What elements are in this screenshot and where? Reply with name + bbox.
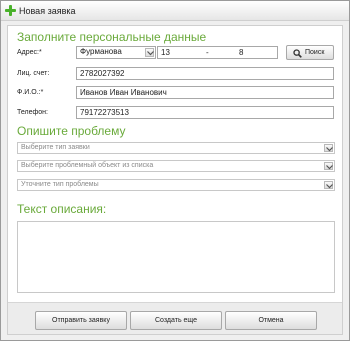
problem-object-placeholder: Выберите проблемный объект из списка <box>21 162 154 169</box>
create-more-button[interactable]: Создать еще <box>130 311 222 330</box>
problem-subtype-select[interactable]: Уточните тип проблемы <box>17 179 335 191</box>
description-textarea[interactable] <box>17 221 335 293</box>
apartment-number: 8 <box>239 48 244 57</box>
account-label: Лиц. счет: <box>17 70 50 77</box>
account-field[interactable]: 2782027392 <box>76 67 334 80</box>
phone-field[interactable]: 79172273513 <box>76 106 334 119</box>
action-bar: Отправить заявку Создать еще Отмена <box>8 302 342 334</box>
plus-icon <box>5 5 16 16</box>
street-select[interactable]: Фурманова <box>76 46 156 59</box>
cancel-button[interactable]: Отмена <box>225 311 317 330</box>
address-label: Адрес:* <box>17 49 42 56</box>
problem-section-title: Опишите проблему <box>17 124 126 138</box>
street-value: Фурманова <box>80 47 122 56</box>
search-button-label: Поиск <box>305 49 325 56</box>
phone-label: Телефон: <box>17 109 48 116</box>
request-type-placeholder: Выберите тип заявки <box>21 144 90 151</box>
description-section-title: Текст описания: <box>17 202 107 216</box>
chevron-down-icon[interactable] <box>145 48 154 57</box>
form-panel: Заполните персональные данные Адрес:* Фу… <box>7 25 343 335</box>
full-name-field[interactable]: Иванов Иван Иванович <box>76 86 334 99</box>
title-bar: Новая заявка <box>1 1 349 21</box>
house-apartment-field[interactable] <box>157 46 278 59</box>
chevron-down-icon[interactable] <box>324 181 333 189</box>
personal-section-title: Заполните персональные данные <box>17 30 207 44</box>
house-separator: - <box>206 48 209 57</box>
request-type-select[interactable]: Выберите тип заявки <box>17 142 335 154</box>
new-request-window: Новая заявка Заполните персональные данн… <box>0 0 350 341</box>
chevron-down-icon[interactable] <box>324 162 333 170</box>
window-title: Новая заявка <box>19 6 76 16</box>
magnifier-icon <box>293 49 302 58</box>
house-number: 13 <box>161 48 170 57</box>
send-request-button[interactable]: Отправить заявку <box>35 311 127 330</box>
search-button[interactable]: Поиск <box>286 45 334 60</box>
full-name-label: Ф.И.О.:* <box>17 89 44 96</box>
chevron-down-icon[interactable] <box>324 144 333 152</box>
problem-subtype-placeholder: Уточните тип проблемы <box>21 181 99 188</box>
problem-object-select[interactable]: Выберите проблемный объект из списка <box>17 160 335 172</box>
